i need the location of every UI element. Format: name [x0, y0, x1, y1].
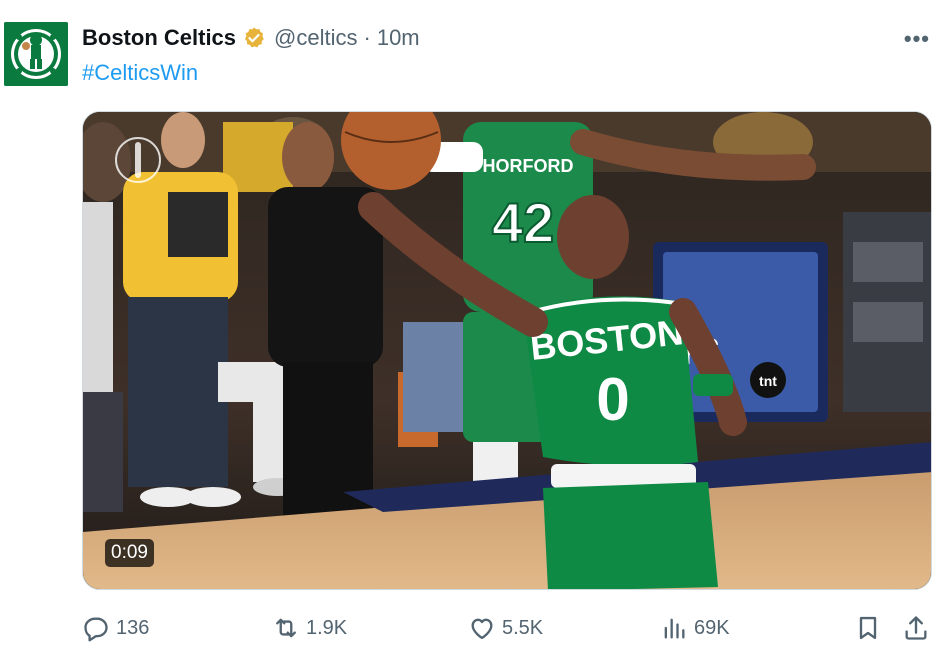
verified-badge-icon [245, 27, 264, 48]
bar-chart-icon [664, 618, 685, 639]
retweet-button[interactable]: 1.9K [272, 608, 347, 648]
display-name[interactable]: Boston Celtics [82, 25, 236, 51]
view-count: 69K [694, 616, 730, 639]
bookmark-icon [859, 616, 877, 640]
like-button[interactable]: 5.5K [468, 608, 543, 648]
hashtag-link[interactable]: #CelticsWin [82, 60, 198, 86]
handle[interactable]: @celtics [274, 25, 357, 51]
tweet-header: Boston Celtics @celtics · 10m [82, 24, 420, 52]
tweet-actions: 136 1.9K 5.5K 69K [0, 608, 940, 648]
views-button[interactable]: 69K [660, 608, 730, 648]
celtics-logo [4, 22, 68, 86]
sign-logo: tnt [759, 373, 777, 389]
heart-icon [471, 618, 493, 640]
avatar[interactable] [4, 22, 68, 86]
retweet-icon [276, 618, 296, 638]
retweet-count: 1.9K [306, 616, 348, 639]
reply-button[interactable]: 136 [82, 608, 149, 648]
separator-dot: · [363, 25, 371, 50]
video-frame: HORFORD 42 MAVERICKS tnt BOSTON 0 [83, 112, 931, 589]
video-duration: 0:09 [105, 539, 154, 567]
share-icon [905, 616, 927, 640]
jersey-front-number: 0 [596, 366, 629, 433]
jersey-back-name: HORFORD [483, 156, 574, 176]
more-options-button[interactable]: ••• [904, 26, 930, 52]
reply-icon [84, 617, 108, 642]
bookmark-button[interactable] [854, 608, 882, 648]
share-button[interactable] [902, 608, 930, 648]
reply-count: 136 [116, 616, 150, 639]
like-count: 5.5K [502, 616, 544, 639]
video-player[interactable]: HORFORD 42 MAVERICKS tnt BOSTON 0 [82, 111, 932, 590]
jersey-back-number: 42 [492, 191, 554, 254]
timestamp[interactable]: 10m [377, 25, 420, 51]
